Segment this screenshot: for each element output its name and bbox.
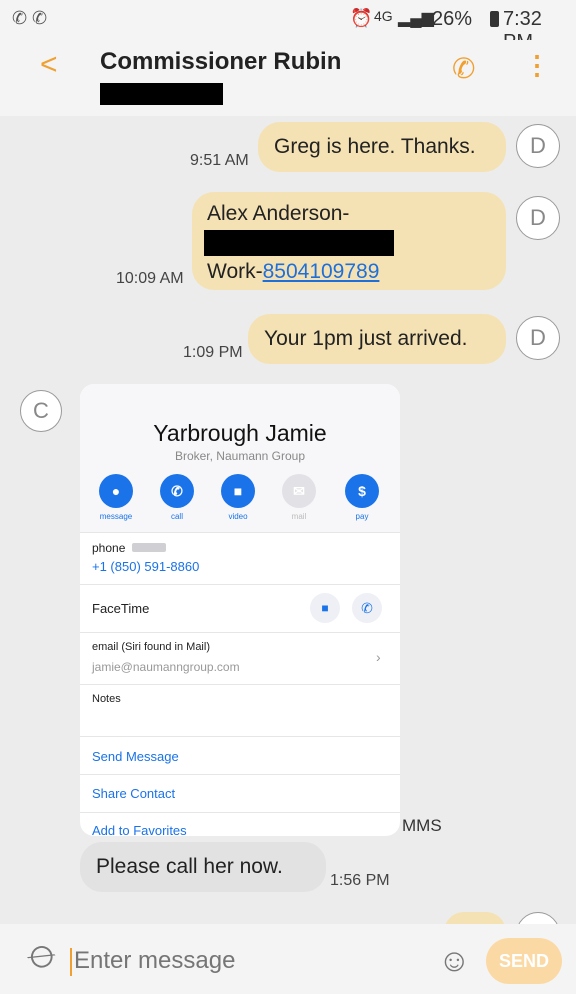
missed-call-icon-2: ✆	[32, 8, 48, 28]
mail-icon: ✉	[282, 474, 316, 508]
more-options-icon[interactable]: ⋮	[524, 50, 550, 81]
alarm-icon: ⏰	[350, 8, 373, 28]
send-message-link[interactable]: Send Message	[92, 749, 179, 764]
chevron-right-icon: ›	[376, 649, 381, 665]
message-time: 1:09 PM	[183, 344, 243, 361]
action-label: pay	[355, 512, 369, 521]
paperclip-icon[interactable]: ∅	[19, 936, 62, 979]
back-arrow-icon[interactable]: <	[40, 48, 58, 82]
message-time: 9:51 AM	[190, 152, 249, 169]
phone-number[interactable]: +1 (850) 591-8860	[92, 559, 199, 574]
send-message-row[interactable]: Send Message	[80, 736, 400, 775]
dollar-icon[interactable]: $	[345, 474, 379, 508]
network-icon: 4G	[374, 8, 393, 24]
message-input[interactable]	[74, 944, 414, 978]
contact-name: Yarbrough Jamie	[153, 420, 327, 446]
emoji-icon[interactable]: ☺	[438, 942, 471, 979]
conversation-header: < Commissioner Rubin ✆ ⋮	[0, 40, 576, 116]
phone-label: phone	[92, 541, 126, 555]
avatar[interactable]: D	[516, 196, 560, 240]
mms-label: MMS	[402, 816, 442, 835]
message-text: Greg is here. Thanks.	[274, 135, 476, 158]
phone-link[interactable]: 8504109789	[263, 260, 380, 283]
message-text: Please call her now.	[96, 855, 283, 878]
redacted-number	[100, 83, 223, 105]
contact-subtitle: Broker, Naumann Group	[174, 449, 306, 463]
message-list[interactable]: 9:51 AM Greg is here. Thanks. D 10:09 AM…	[0, 116, 576, 956]
email-value: jamie@naumanngroup.com	[92, 660, 240, 674]
battery-icon	[490, 11, 499, 27]
facetime-row[interactable]: FaceTime ■ ✆	[80, 584, 400, 633]
avatar-initial: C	[33, 398, 49, 423]
email-row[interactable]: email (Siri found in Mail) jamie@naumann…	[80, 632, 400, 685]
action-label: video	[228, 512, 248, 521]
message-bubble-icon[interactable]: ●	[99, 474, 133, 508]
action-label: mail	[291, 512, 307, 521]
missed-call-icon: ✆	[12, 8, 28, 28]
phone-call-icon[interactable]: ✆	[452, 52, 475, 85]
mms-image-contact-card[interactable]: Yarbrough Jamie Broker, Naumann Group ● …	[80, 384, 400, 836]
notes-row[interactable]: Notes	[80, 684, 400, 737]
action-label: call	[170, 512, 183, 521]
work-line: Work-8504109789	[207, 260, 379, 284]
message-time: 10:09 AM	[116, 270, 184, 287]
add-favorites-link[interactable]: Add to Favorites	[92, 823, 187, 836]
message-text: Your 1pm just arrived.	[264, 327, 468, 350]
email-label: email (Siri found in Mail)	[92, 641, 210, 653]
avatar[interactable]: C	[20, 390, 62, 432]
action-label: message	[99, 512, 133, 521]
video-camera-icon[interactable]: ■	[221, 474, 255, 508]
work-prefix: Work-	[207, 260, 263, 283]
compose-bar: ∅ ☺ SEND	[0, 924, 576, 994]
share-contact-row[interactable]: Share Contact	[80, 774, 400, 813]
outgoing-message[interactable]: Your 1pm just arrived.	[248, 314, 506, 364]
outgoing-message[interactable]: Greg is here. Thanks.	[258, 122, 506, 172]
signal-icon: ▂▄▆	[398, 10, 434, 27]
recent-badge	[132, 543, 166, 552]
phone-row[interactable]: phone +1 (850) 591-8860	[80, 532, 400, 585]
avatar-initial: D	[530, 325, 546, 350]
contact-title: Commissioner Rubin	[100, 48, 342, 75]
avatar-initial: D	[530, 205, 546, 230]
message-time: 1:56 PM	[330, 872, 390, 889]
send-label: SEND	[498, 951, 549, 971]
notes-label: Notes	[92, 693, 121, 705]
facetime-video-icon[interactable]: ■	[310, 593, 340, 623]
outgoing-message[interactable]: Alex Anderson- Work-8504109789	[192, 192, 506, 290]
facetime-label: FaceTime	[92, 601, 150, 616]
avatar-initial: D	[530, 133, 546, 158]
incoming-message[interactable]: Please call her now.	[80, 842, 326, 892]
send-button[interactable]: SEND	[486, 938, 562, 984]
facetime-audio-icon[interactable]: ✆	[352, 593, 382, 623]
message-text: Alex Anderson-	[207, 202, 350, 225]
avatar[interactable]: D	[516, 316, 560, 360]
phone-icon[interactable]: ✆	[160, 474, 194, 508]
redacted-text	[204, 230, 394, 256]
text-cursor	[70, 948, 72, 976]
avatar[interactable]: D	[516, 124, 560, 168]
status-bar: ✆ ✆ ⏰ 4G ▂▄▆ 26% 7:32 PM	[0, 0, 576, 53]
share-contact-link[interactable]: Share Contact	[92, 786, 175, 801]
add-favorites-row[interactable]: Add to Favorites	[80, 812, 400, 836]
battery-percent: 26%	[432, 8, 473, 30]
